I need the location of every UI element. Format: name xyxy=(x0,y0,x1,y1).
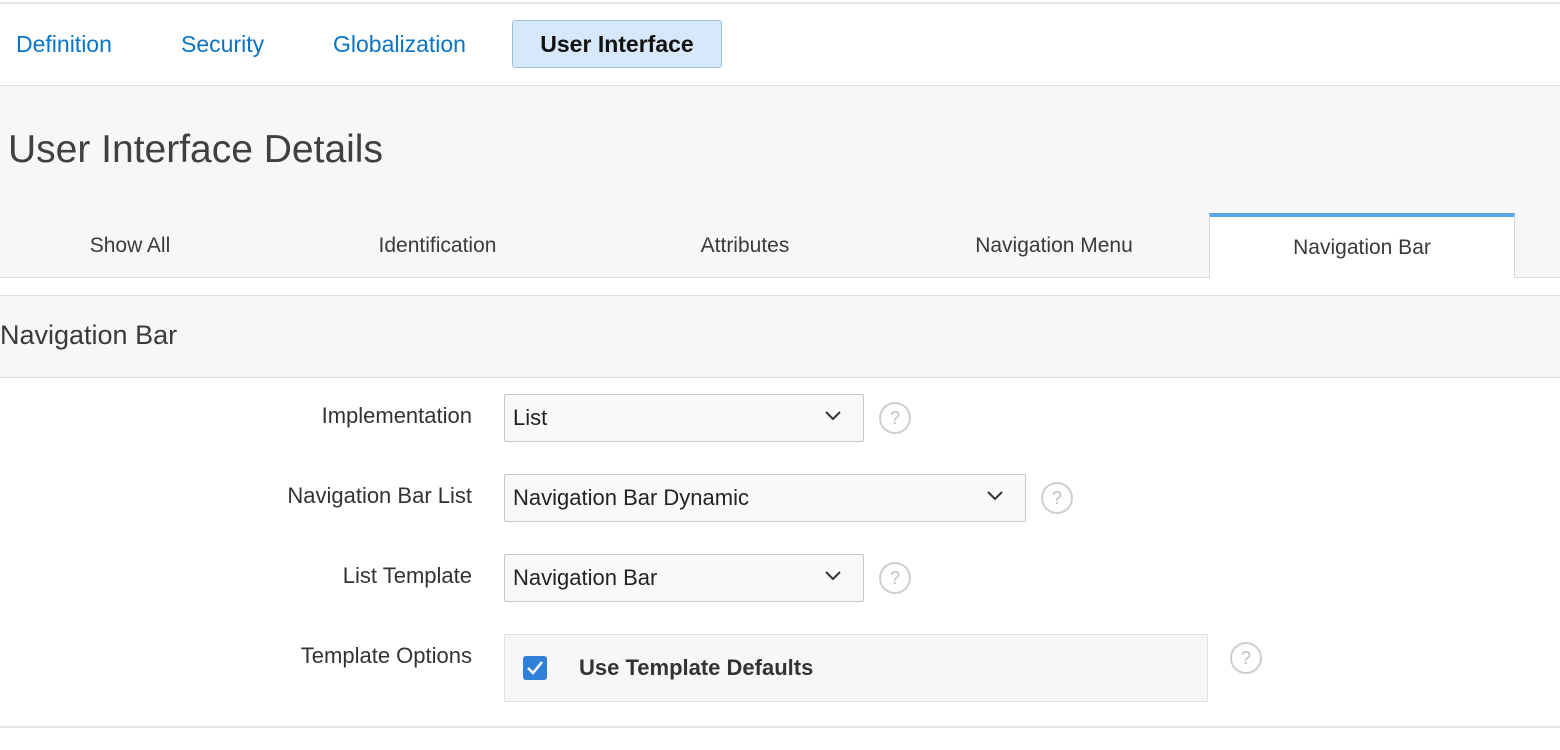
chevron-down-icon xyxy=(825,571,841,581)
tab-user-interface[interactable]: User Interface xyxy=(512,20,722,68)
use-template-defaults-label[interactable]: Use Template Defaults xyxy=(579,635,813,701)
section-header xyxy=(0,295,1560,378)
implementation-value: List xyxy=(513,405,548,430)
implementation-label: Implementation xyxy=(321,403,472,428)
list-template-value: Navigation Bar xyxy=(513,565,658,590)
tab-security[interactable]: Security xyxy=(181,20,264,68)
chevron-down-icon xyxy=(825,411,841,421)
tab-definition[interactable]: Definition xyxy=(16,20,112,68)
chevron-down-icon xyxy=(987,491,1003,501)
help-icon[interactable]: ? xyxy=(1230,642,1262,674)
nav-bar-list-value: Navigation Bar Dynamic xyxy=(513,485,749,510)
tab-globalization[interactable]: Globalization xyxy=(333,20,466,68)
help-icon[interactable]: ? xyxy=(1041,482,1073,514)
subtab-navigation-menu[interactable]: Navigation Menu xyxy=(900,213,1208,278)
implementation-select[interactable]: List xyxy=(504,394,864,442)
template-options-label: Template Options xyxy=(300,643,472,668)
subtab-show-all[interactable]: Show All xyxy=(0,213,260,278)
help-icon[interactable]: ? xyxy=(879,562,911,594)
subtab-attributes[interactable]: Attributes xyxy=(595,213,895,278)
top-divider xyxy=(0,2,1560,4)
check-icon xyxy=(527,661,543,675)
top-tab-bar: Definition Security Globalization User I… xyxy=(0,20,1560,68)
section-title: Navigation Bar xyxy=(0,320,178,350)
help-icon[interactable]: ? xyxy=(879,402,911,434)
subtab-navigation-bar[interactable]: Navigation Bar xyxy=(1209,213,1515,279)
bottom-divider xyxy=(0,726,1560,728)
template-options-group: Use Template Defaults xyxy=(504,634,1208,702)
section-gap xyxy=(0,278,1560,295)
nav-bar-list-select[interactable]: Navigation Bar Dynamic xyxy=(504,474,1026,522)
use-template-defaults-checkbox[interactable] xyxy=(523,656,547,680)
sub-tab-bar: Show All Identification Attributes Navig… xyxy=(0,213,1560,279)
subtab-identification[interactable]: Identification xyxy=(285,213,590,278)
list-template-label: List Template xyxy=(342,563,472,588)
page-title: User Interface Details xyxy=(8,128,383,171)
list-template-select[interactable]: Navigation Bar xyxy=(504,554,864,602)
nav-bar-list-label: Navigation Bar List xyxy=(287,483,472,508)
